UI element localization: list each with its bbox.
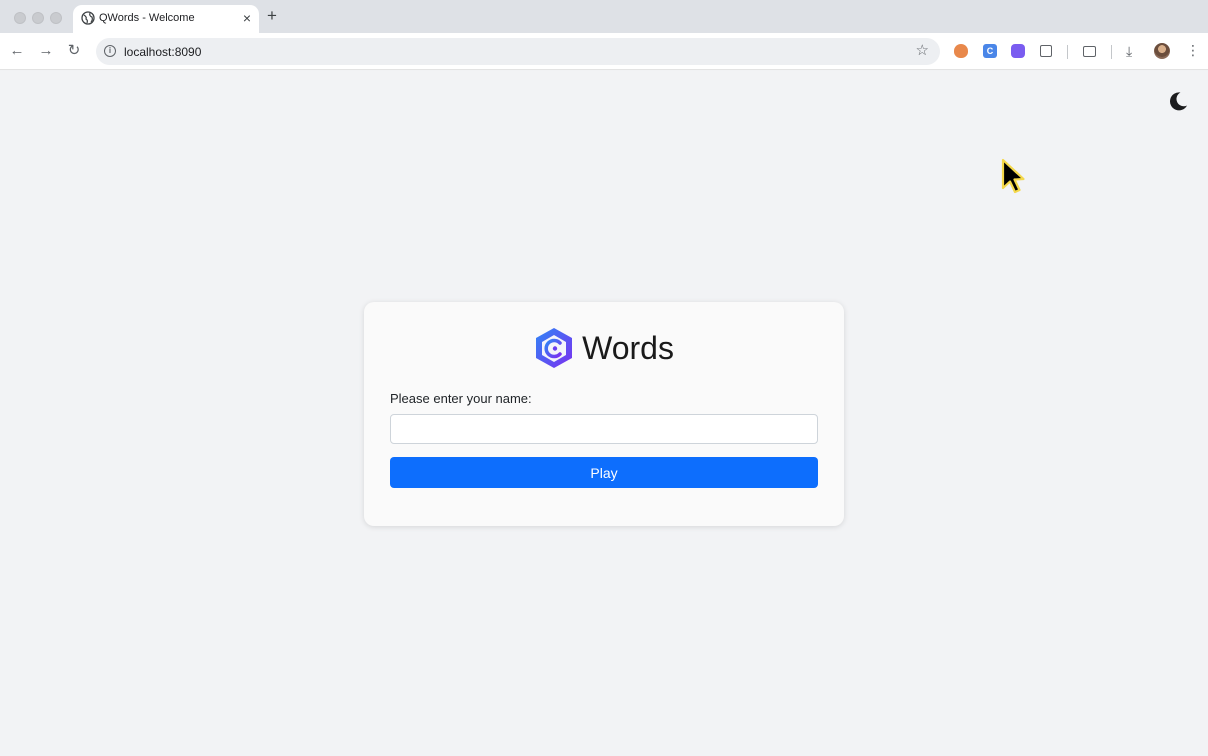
tab-qwords-welcome[interactable]: QWords - Welcome × bbox=[73, 5, 259, 33]
extension-c-icon[interactable]: C bbox=[983, 44, 997, 58]
mouse-pointer-icon bbox=[1001, 158, 1025, 194]
info-icon[interactable]: i bbox=[104, 45, 116, 57]
extension-shield-icon[interactable] bbox=[954, 44, 968, 58]
name-input[interactable] bbox=[390, 414, 818, 444]
new-tab-button[interactable]: + bbox=[267, 7, 277, 25]
tab-close-icon[interactable]: × bbox=[243, 10, 251, 26]
reload-icon[interactable]: ↻ bbox=[65, 42, 83, 60]
name-label: Please enter your name: bbox=[390, 391, 532, 406]
moon-icon[interactable] bbox=[1167, 90, 1189, 112]
login-card: Words Please enter your name: Play bbox=[364, 302, 844, 526]
browser-window: QWords - Welcome × + ← → ↻ i localhost:8… bbox=[0, 0, 1208, 756]
tab-title: QWords - Welcome bbox=[99, 12, 195, 24]
close-window-button[interactable] bbox=[14, 12, 26, 24]
star-icon[interactable]: ☆ bbox=[916, 42, 929, 60]
maximize-window-button[interactable] bbox=[50, 12, 62, 24]
tab-search-icon[interactable] bbox=[1083, 46, 1096, 57]
extension-hexagon-icon[interactable] bbox=[1011, 44, 1025, 58]
address-bar[interactable]: i localhost:8090 ☆ bbox=[96, 38, 940, 65]
logo-hexagon-icon bbox=[536, 328, 573, 368]
toolbar-divider bbox=[1111, 45, 1112, 59]
arrow-right-icon[interactable]: → bbox=[37, 42, 55, 60]
toolbar-divider bbox=[1067, 45, 1068, 59]
more-menu-icon[interactable]: ⋮ bbox=[1186, 41, 1200, 59]
globe-icon bbox=[81, 11, 95, 25]
arrow-left-icon[interactable]: ← bbox=[8, 42, 26, 60]
page-viewport: Words Please enter your name: Play bbox=[0, 71, 1208, 756]
address-url[interactable]: localhost:8090 bbox=[124, 45, 201, 59]
extensions-puzzle-icon[interactable] bbox=[1040, 45, 1052, 57]
browser-toolbar: ← → ↻ i localhost:8090 ☆ C ⤓ ⋮ bbox=[0, 33, 1208, 70]
brand-name: Words bbox=[582, 329, 674, 366]
download-icon[interactable]: ⤓ bbox=[1126, 42, 1132, 60]
profile-avatar[interactable] bbox=[1154, 43, 1170, 59]
minimize-window-button[interactable] bbox=[32, 12, 44, 24]
play-button[interactable]: Play bbox=[390, 457, 818, 488]
tab-strip: QWords - Welcome × + bbox=[0, 0, 1208, 33]
brand-header: Words bbox=[364, 327, 844, 371]
